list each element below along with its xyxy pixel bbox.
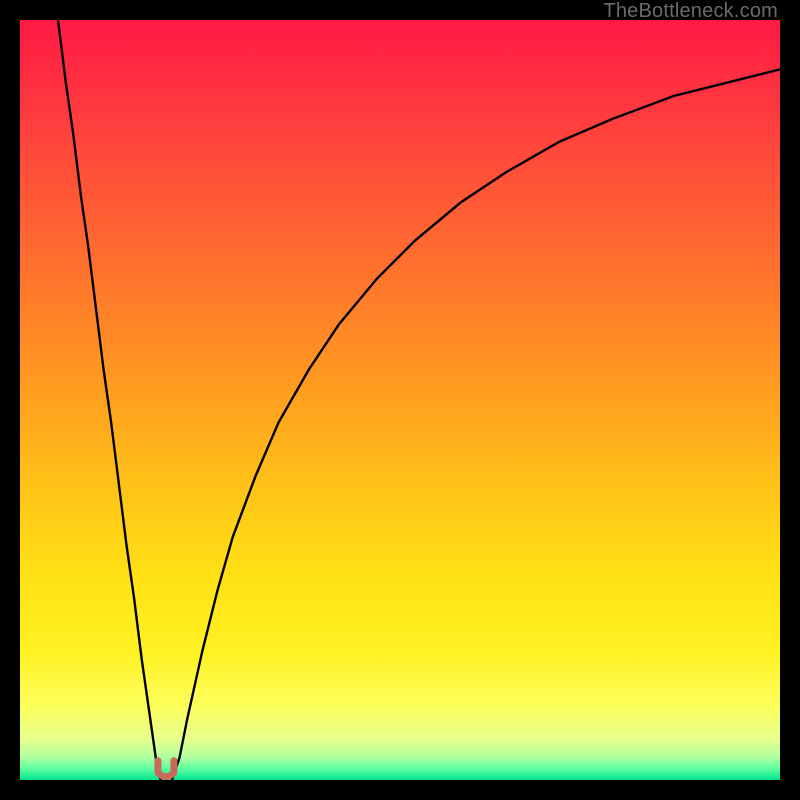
- watermark-text: TheBottleneck.com: [603, 0, 778, 23]
- curves-layer: [20, 20, 780, 780]
- bottleneck-marker-icon: [158, 761, 174, 777]
- plot-area: [20, 20, 780, 780]
- chart-frame: TheBottleneck.com: [0, 0, 800, 800]
- curve-left-branch: [58, 20, 161, 780]
- curve-right-branch: [172, 69, 780, 780]
